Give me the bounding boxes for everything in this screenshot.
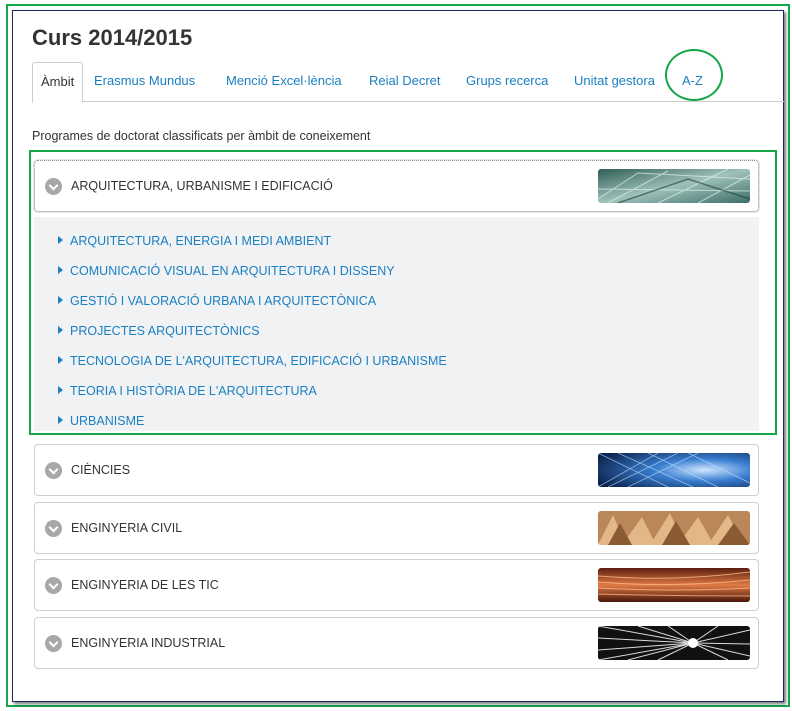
accordion-label: CIÈNCIES bbox=[71, 463, 131, 477]
chevron-down-icon bbox=[45, 577, 62, 594]
accordion-label: ENGINYERIA CIVIL bbox=[71, 521, 183, 535]
tab-grups-recerca[interactable]: Grups recerca bbox=[466, 62, 548, 102]
tab-unitat-gestora[interactable]: Unitat gestora bbox=[574, 62, 655, 102]
accordion-enginyeria-tic[interactable]: ENGINYERIA DE LES TIC bbox=[34, 559, 759, 611]
tab-bar: Àmbit Erasmus Mundus Menció Excel·lència… bbox=[32, 62, 784, 103]
expanded-area-highlight bbox=[29, 150, 777, 435]
chevron-down-icon bbox=[45, 635, 62, 652]
light-burst-image bbox=[598, 626, 750, 660]
intro-text: Programes de doctorat classificats per à… bbox=[32, 129, 371, 143]
copper-wires-image bbox=[598, 568, 750, 602]
accordion-enginyeria-industrial[interactable]: ENGINYERIA INDUSTRIAL bbox=[34, 617, 759, 669]
tab-erasmus-mundus[interactable]: Erasmus Mundus bbox=[94, 62, 195, 102]
tab-ambit[interactable]: Àmbit bbox=[32, 62, 84, 103]
accordion-label: ENGINYERIA INDUSTRIAL bbox=[71, 636, 226, 650]
tab-a-z[interactable]: A-Z bbox=[682, 62, 703, 102]
accordion-label: ENGINYERIA DE LES TIC bbox=[71, 578, 219, 592]
tab-mencio-excellencia[interactable]: Menció Excel·lència bbox=[226, 62, 342, 102]
chevron-down-icon bbox=[45, 462, 62, 479]
chevron-down-icon bbox=[45, 520, 62, 537]
page-title: Curs 2014/2015 bbox=[32, 25, 193, 50]
sand-dunes-image bbox=[598, 511, 750, 545]
blue-fractal-image bbox=[598, 453, 750, 487]
accordion-ciencies[interactable]: CIÈNCIES bbox=[34, 444, 759, 496]
accordion-enginyeria-civil[interactable]: ENGINYERIA CIVIL bbox=[34, 502, 759, 554]
tab-reial-decret[interactable]: Reial Decret bbox=[369, 62, 441, 102]
